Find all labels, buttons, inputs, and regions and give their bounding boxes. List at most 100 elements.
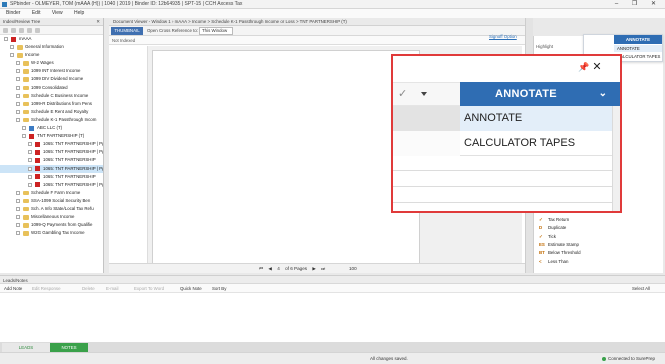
refresh-icon[interactable]	[35, 28, 40, 33]
filter-icon[interactable]	[19, 28, 24, 33]
tree-item[interactable]: 1065: TNT PARTNERSHIP | Pg	[0, 148, 103, 156]
stamp-item[interactable]: ✓ Tax Return	[534, 216, 664, 224]
tree-checkbox[interactable]	[16, 77, 20, 82]
edit-response-button[interactable]: Edit Response	[32, 284, 61, 293]
tree-checkbox[interactable]	[28, 166, 32, 171]
tree-item[interactable]: Schedule E Rent and Royalty	[0, 108, 103, 116]
menu-binder[interactable]: Binder	[6, 10, 20, 16]
tree-checkbox[interactable]	[16, 85, 20, 90]
last-page-icon[interactable]: ⏭	[321, 266, 325, 271]
tree-checkbox[interactable]	[28, 158, 32, 163]
sort-by-label[interactable]: Sort By	[212, 284, 226, 293]
annotate-button[interactable]: ANNOTATE ⌄	[460, 82, 620, 106]
tree-item[interactable]: 1099-R Distributions from Pens	[0, 100, 103, 108]
tree-checkbox[interactable]	[16, 109, 20, 114]
annotate-mini-option-annotate[interactable]: ANNOTATE	[614, 45, 662, 52]
tree-item[interactable]: 1065: TNT PARTNERSHIP	[0, 173, 103, 181]
tree-checkbox[interactable]	[22, 126, 26, 131]
tree-checkbox[interactable]	[28, 150, 32, 155]
option-calculator-tapes[interactable]: CALCULATOR TAPES	[460, 131, 612, 156]
tree-checkbox[interactable]	[16, 93, 20, 98]
tree-checkbox[interactable]	[28, 142, 32, 147]
annotate-mini-button[interactable]: ANNOTATE	[614, 35, 662, 44]
caret-down-icon[interactable]	[421, 92, 427, 96]
next-page-icon[interactable]: ▶	[312, 266, 316, 271]
tree-checkbox[interactable]	[16, 61, 20, 66]
tree-checkbox[interactable]	[16, 223, 20, 228]
stamp-selector[interactable]: ✓	[393, 82, 460, 106]
tree-item[interactable]: Schedule K-1 Passthrough Incom	[0, 116, 103, 124]
tree-checkbox[interactable]	[16, 117, 20, 122]
first-page-icon[interactable]: ⏮	[259, 266, 263, 271]
expand-icon[interactable]	[3, 28, 8, 33]
tree-item[interactable]: Income	[0, 51, 103, 59]
tree-item[interactable]: 1065: TNT PARTNERSHIP | Pg	[0, 181, 103, 189]
highlight-label[interactable]: Highlight	[536, 44, 553, 49]
scrollbar[interactable]	[612, 106, 620, 211]
tree-item[interactable]: W-2 Wages	[0, 59, 103, 67]
search-icon[interactable]	[27, 28, 32, 33]
page-number[interactable]: 4	[277, 266, 280, 271]
tree-item[interactable]: Schedule C Business Income	[0, 92, 103, 100]
tree-checkbox[interactable]	[10, 45, 14, 50]
document-page[interactable]	[152, 50, 420, 264]
pin-icon[interactable]: 📌	[578, 61, 590, 73]
export-word-button[interactable]: Export To Word	[134, 284, 164, 293]
check-icon: ✓	[398, 88, 408, 100]
close-icon[interactable]: ✕	[96, 18, 100, 26]
tree-item[interactable]: Sch. A Info State/Local Tax Refu	[0, 205, 103, 213]
stamp-item[interactable]: D Duplicate	[534, 224, 664, 232]
tree-item[interactable]: 1065: TNT PARTNERSHIP | Pg	[0, 164, 103, 173]
tree-checkbox[interactable]	[16, 69, 20, 74]
select-all-checkbox[interactable]: Select All	[632, 284, 650, 293]
menu-help[interactable]: Help	[74, 10, 84, 16]
tree-item[interactable]: 1099 Consolidated	[0, 84, 103, 92]
tree-checkbox[interactable]	[4, 37, 8, 41]
close-icon[interactable]: ✕	[591, 61, 603, 73]
menu-view[interactable]: View	[52, 10, 63, 16]
tree-item[interactable]: 1099-Q Payments from Qualifie	[0, 221, 103, 229]
tab-notes[interactable]: NOTES	[50, 343, 88, 352]
stamp-item[interactable]: BT Below Threshold	[534, 249, 664, 257]
tree-item[interactable]: 1099 DIV Dividend Income	[0, 75, 103, 83]
tree-item[interactable]: mAAA	[0, 35, 103, 43]
tree-item[interactable]: Schedule F Farm Income	[0, 189, 103, 197]
tree-item[interactable]: General Information	[0, 43, 103, 51]
tree-checkbox[interactable]	[16, 190, 20, 195]
tree-checkbox[interactable]	[16, 206, 20, 211]
stamp-item[interactable]: ✓ Tick	[534, 233, 664, 241]
tree-checkbox[interactable]	[16, 231, 20, 236]
tree-item[interactable]: 1065: TNT PARTNERSHIP	[0, 156, 103, 164]
tree-item[interactable]: W2G Gambling Tax Income	[0, 229, 103, 237]
window-controls[interactable]: – ❐ ✕	[615, 0, 662, 9]
tree-checkbox[interactable]	[16, 101, 20, 106]
option-annotate[interactable]: ANNOTATE	[460, 106, 612, 131]
tree-checkbox[interactable]	[22, 134, 26, 139]
add-note-button[interactable]: Add Note	[4, 284, 22, 293]
tree-checkbox[interactable]	[16, 215, 20, 220]
cross-ref-select[interactable]: This Window	[199, 27, 233, 35]
tree-item[interactable]: 1065: TNT PARTNERSHIP | Pg	[0, 140, 103, 148]
tree-item[interactable]: SSA-1099 Social Security Ben	[0, 197, 103, 205]
delete-button[interactable]: Delete	[82, 284, 95, 293]
tree-checkbox[interactable]	[28, 182, 32, 187]
tab-leads[interactable]: LEADS	[2, 343, 50, 352]
quick-note-button[interactable]: Quick Note	[180, 284, 202, 293]
menu-edit[interactable]: Edit	[32, 10, 41, 16]
tree-checkbox[interactable]	[28, 174, 32, 179]
tree-checkbox[interactable]	[16, 198, 20, 203]
stamp-item[interactable]: ES Estimate Stamp	[534, 241, 664, 249]
tree-checkbox[interactable]	[10, 53, 14, 58]
stamp-item[interactable]: < Less Than	[534, 258, 664, 266]
chevron-down-icon[interactable]: ⌄	[596, 82, 610, 106]
tree-item[interactable]: 1099 INT Interest Income	[0, 67, 103, 75]
email-button[interactable]: E-mail	[106, 284, 118, 293]
tree-item[interactable]: ABC LLC (T)	[0, 124, 103, 132]
tree-item[interactable]: TNT PARTNERSHIP (T)	[0, 132, 103, 140]
zoom-level[interactable]: 100	[349, 264, 357, 274]
signoff-options-link[interactable]: Signoff Option	[489, 34, 517, 39]
tree-item[interactable]: Miscellaneous Income	[0, 213, 103, 221]
prev-page-icon[interactable]: ◀	[268, 266, 272, 271]
collapse-icon[interactable]	[11, 28, 16, 33]
tab-thumbnail[interactable]: THUMBNAIL	[111, 27, 143, 35]
